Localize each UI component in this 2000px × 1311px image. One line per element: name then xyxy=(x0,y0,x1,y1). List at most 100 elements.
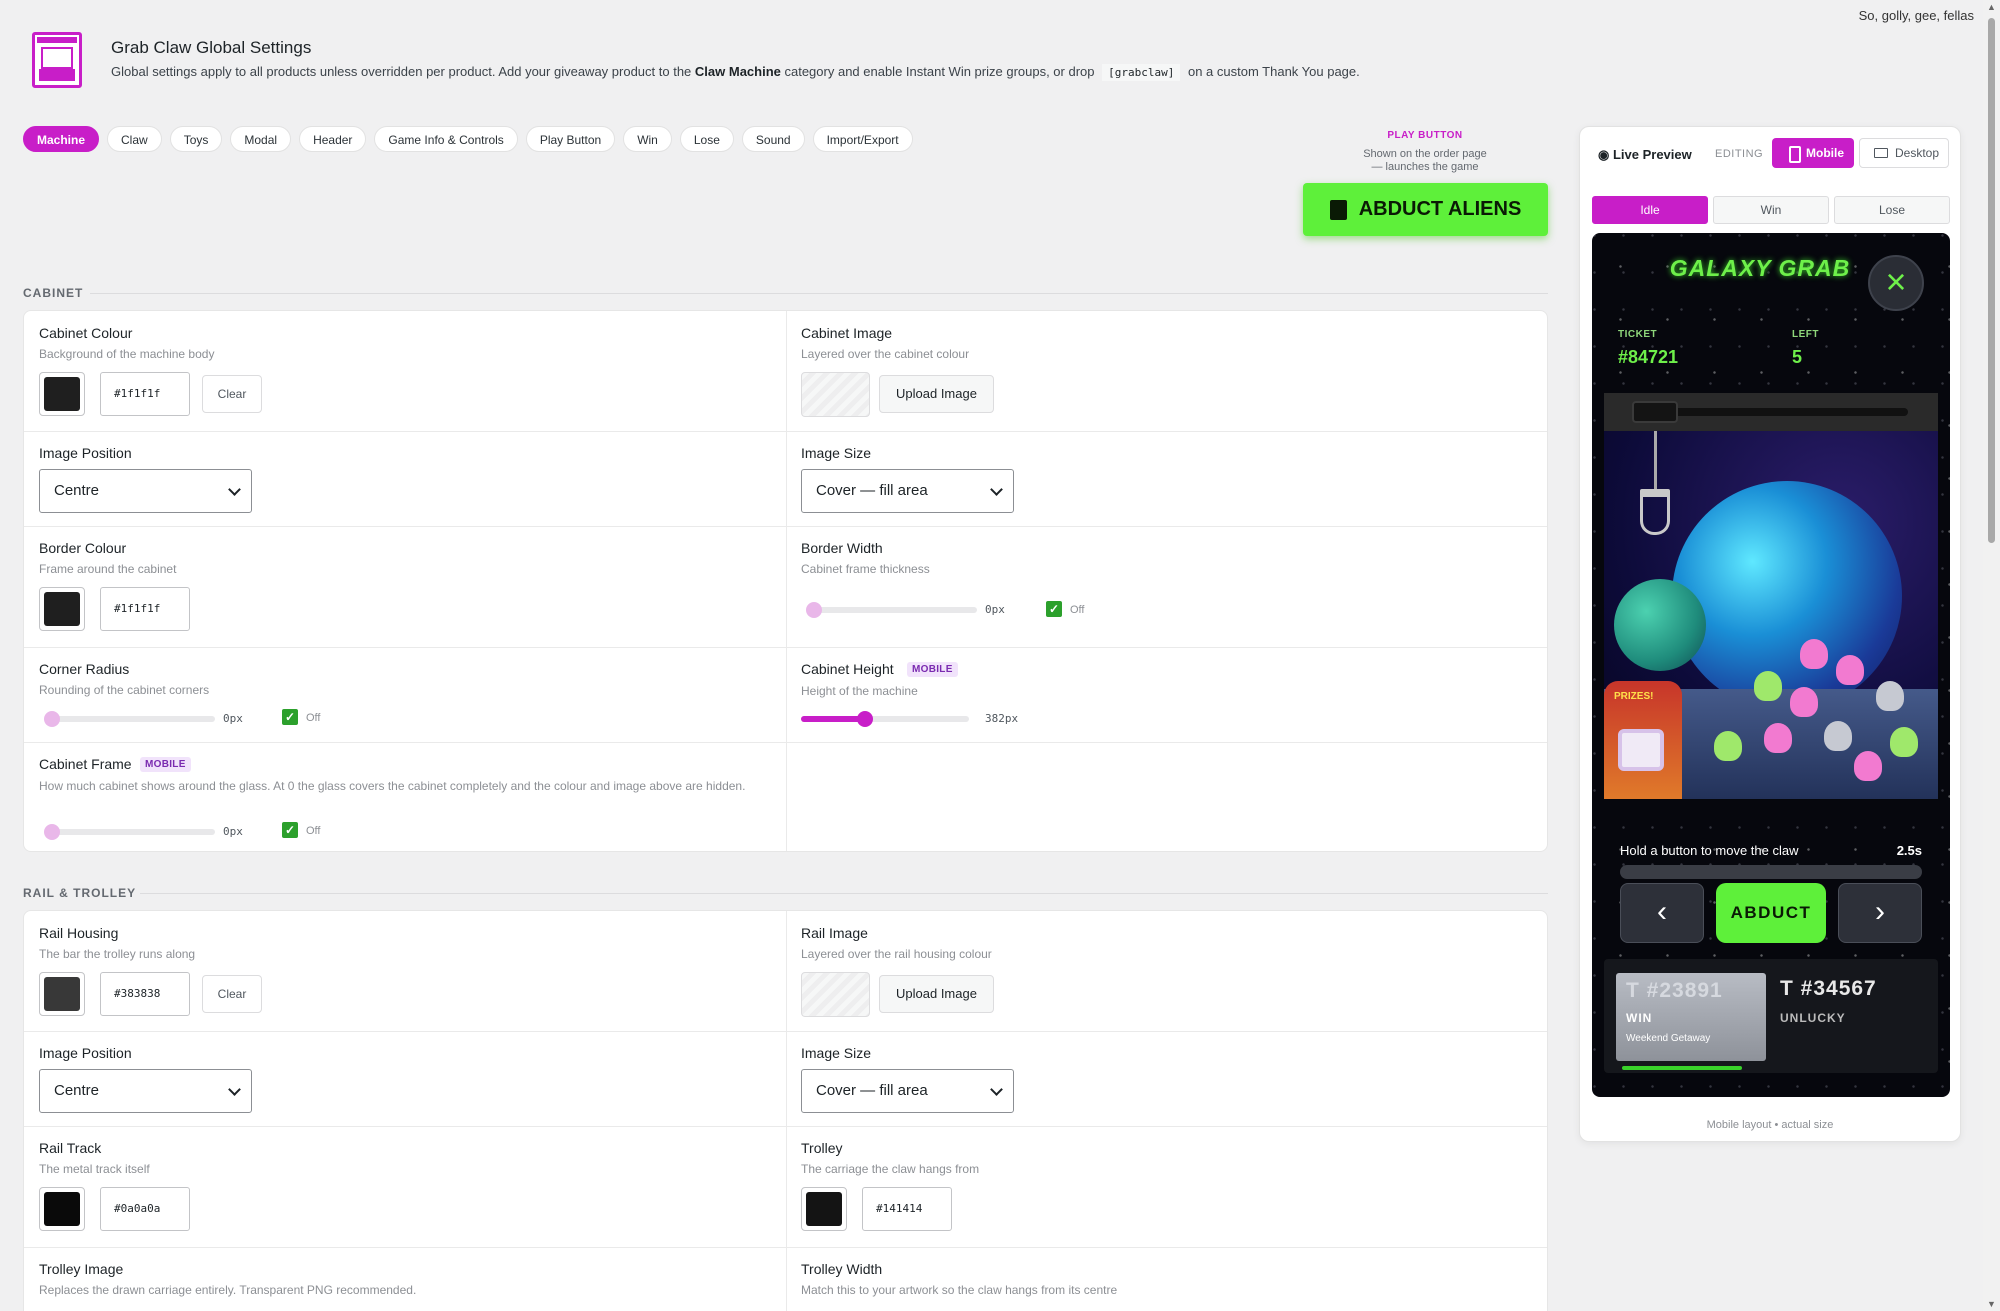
ticket-value: #84721 xyxy=(1618,347,1679,367)
trolley-label: Trolley xyxy=(801,1140,843,1156)
chevron-down-icon xyxy=(228,483,241,496)
rail-track-swatch[interactable] xyxy=(39,1187,85,1231)
tab-claw[interactable]: Claw xyxy=(107,126,162,152)
cabinet-colour-desc: Background of the machine body xyxy=(39,347,215,361)
abduct-button[interactable]: ABDUCT xyxy=(1716,883,1826,943)
tab-header[interactable]: Header xyxy=(299,126,367,152)
move-left-button[interactable]: ‹ xyxy=(1620,883,1704,943)
rail-image-size-select[interactable]: Cover — fill area xyxy=(801,1069,1014,1113)
rail-image-label: Rail Image xyxy=(801,925,868,941)
tab-play-button[interactable]: Play Button xyxy=(525,126,616,152)
rail-image-desc: Layered over the rail housing colour xyxy=(801,947,992,961)
cabinet-image-desc: Layered over the cabinet colour xyxy=(801,347,970,361)
border-colour-label: Border Colour xyxy=(39,540,127,556)
rail-image-position-select[interactable]: Centre xyxy=(39,1069,252,1113)
border-colour-swatch[interactable] xyxy=(39,587,85,631)
state-tab-win[interactable]: Win xyxy=(1713,196,1829,224)
tab-sound[interactable]: Sound xyxy=(741,126,805,152)
play-button-preview[interactable]: ABDUCT ALIENS xyxy=(1303,183,1548,236)
scroll-down-icon[interactable]: ▼ xyxy=(1987,1299,1996,1309)
border-colour-desc: Frame around the cabinet xyxy=(39,562,177,576)
editing-label: EDITING xyxy=(1715,148,1764,160)
mobile-badge: MOBILE xyxy=(907,662,958,677)
trolley-desc: The carriage the claw hangs from xyxy=(801,1162,980,1176)
rail-image-placeholder xyxy=(801,972,870,1017)
cabinet-image-upload-button[interactable]: Upload Image xyxy=(879,375,994,413)
cabinet-colour-clear-button[interactable]: Clear xyxy=(202,375,262,413)
chevron-down-icon xyxy=(990,1083,1003,1096)
section-divider xyxy=(140,893,1548,894)
corner-radius-slider[interactable] xyxy=(44,711,215,727)
cabinet-frame-value: 0px xyxy=(223,825,243,838)
shortcode: [grabclaw] xyxy=(1102,64,1181,81)
ticket-label: TICKET xyxy=(1618,329,1658,340)
alien-toy xyxy=(1836,655,1864,685)
state-tab-lose[interactable]: Lose xyxy=(1834,196,1950,224)
alien-toy xyxy=(1800,639,1828,669)
close-icon[interactable]: × xyxy=(1868,255,1924,311)
tab-toys[interactable]: Toys xyxy=(169,126,223,152)
chevron-down-icon xyxy=(990,483,1003,496)
play-button-desc-line: — launches the game xyxy=(1371,161,1479,173)
alien-toy xyxy=(1764,723,1792,753)
tab-lose[interactable]: Lose xyxy=(679,126,734,152)
border-width-value: 0px xyxy=(985,603,1005,616)
state-tab-idle[interactable]: Idle xyxy=(1592,196,1708,224)
border-colour-field[interactable]: #1f1f1f xyxy=(100,587,190,631)
desc-category: Claw Machine xyxy=(694,64,781,79)
border-width-desc: Cabinet frame thickness xyxy=(801,562,930,576)
cabinet-frame-off-checkbox[interactable]: ✓ xyxy=(282,822,298,838)
planet-image xyxy=(1672,481,1902,711)
trolley-swatch[interactable] xyxy=(801,1187,847,1231)
page-scrollbar[interactable]: ▲ ▼ xyxy=(1983,0,2000,1311)
rail-housing-field[interactable]: #383838 xyxy=(100,972,190,1016)
move-right-button[interactable]: › xyxy=(1838,883,1922,943)
prize-chute: PRIZES! xyxy=(1604,681,1682,799)
cabinet-frame-label: Cabinet Frame xyxy=(39,756,132,772)
claw-icon xyxy=(1640,489,1670,535)
image-size-select[interactable]: Cover — fill area xyxy=(801,469,1014,513)
rail-image-upload-button[interactable]: Upload Image xyxy=(879,975,994,1013)
claw-rail xyxy=(1604,393,1938,431)
scrollbar-thumb[interactable] xyxy=(1988,18,1995,543)
select-value: Centre xyxy=(54,1082,100,1099)
game-logo: GALAXY GRAB xyxy=(1669,255,1851,281)
rail-housing-clear-button[interactable]: Clear xyxy=(202,975,262,1013)
rail-track-field[interactable]: #0a0a0a xyxy=(100,1187,190,1231)
alien-toy xyxy=(1714,731,1742,761)
tab-win[interactable]: Win xyxy=(623,126,672,152)
cabinet-colour-field[interactable]: #1f1f1f xyxy=(100,372,190,416)
claw-cable xyxy=(1654,431,1657,491)
tab-modal[interactable]: Modal xyxy=(230,126,292,152)
trolley-field[interactable]: #141414 xyxy=(862,1187,952,1231)
ticket-result: UNLUCKY xyxy=(1780,1011,1846,1025)
live-preview-title-text: Live Preview xyxy=(1612,147,1692,162)
claw-machine-logo-icon xyxy=(32,32,82,88)
preview-footer: Mobile layout • actual size xyxy=(1706,1119,1834,1131)
scroll-up-icon[interactable]: ▲ xyxy=(1987,2,1996,12)
cabinet-height-slider[interactable] xyxy=(801,711,969,727)
select-value: Cover — fill area xyxy=(816,482,928,499)
cabinet-frame-slider[interactable] xyxy=(44,824,215,840)
rail-housing-swatch[interactable] xyxy=(39,972,85,1016)
tab-machine[interactable]: Machine xyxy=(23,126,100,152)
border-width-off-checkbox[interactable]: ✓ xyxy=(1046,601,1062,617)
cabinet-colour-swatch[interactable] xyxy=(39,372,85,416)
ticket-scroll-indicator[interactable] xyxy=(1622,1066,1742,1070)
desktop-toggle-button[interactable]: Desktop xyxy=(1859,138,1949,168)
corner-radius-off-checkbox[interactable]: ✓ xyxy=(282,709,298,725)
border-width-slider[interactable] xyxy=(806,602,977,618)
image-position-select[interactable]: Centre xyxy=(39,469,252,513)
mobile-toggle-button[interactable]: Mobile xyxy=(1772,138,1854,168)
tab-import-export[interactable]: Import/Export xyxy=(812,126,913,152)
rail-track-label: Rail Track xyxy=(39,1140,102,1156)
cabinet-height-label: Cabinet Height xyxy=(801,661,894,677)
alien-toy xyxy=(1824,721,1852,751)
live-preview-panel: ◉ Live Preview EDITING Mobile Desktop Id… xyxy=(1579,126,1961,1142)
trolley-image-desc: Replaces the drawn carriage entirely. Tr… xyxy=(39,1283,417,1297)
trolley-image-label: Trolley Image xyxy=(39,1261,124,1277)
tab-game-info[interactable]: Game Info & Controls xyxy=(374,126,518,152)
game-preview: GALAXY GRAB × TICKET #84721 LEFT 5 PRIZE… xyxy=(1592,233,1950,1097)
ticket-card-win: T #23891 WIN Weekend Getaway xyxy=(1616,973,1766,1061)
rail-track-desc: The metal track itself xyxy=(39,1162,150,1176)
